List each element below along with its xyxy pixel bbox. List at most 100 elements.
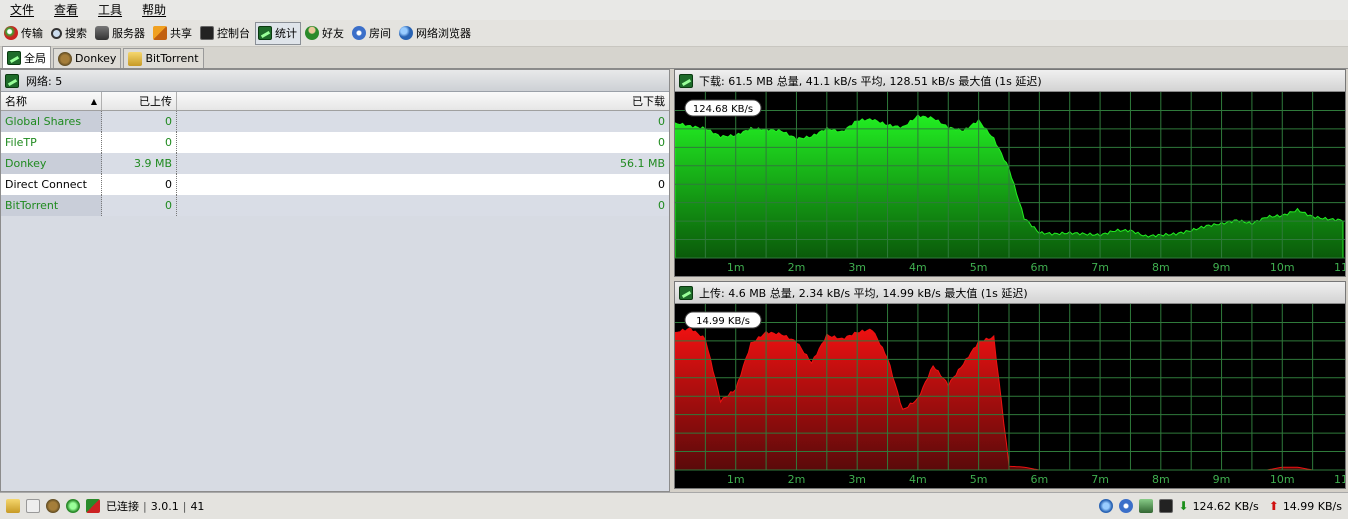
network-name-cell: Global Shares [1, 111, 102, 132]
console-icon[interactable] [1158, 499, 1173, 513]
toolbar-shares-label: 共享 [170, 27, 192, 40]
server-icon [95, 26, 109, 40]
column-downloaded-header[interactable]: 已下载 [177, 92, 669, 110]
status-bar: 已连接 | 3.0.1 | 41 ⬇ 124.62 KB/s ⬆ 14.99 K… [0, 492, 1348, 519]
table-row[interactable]: FileTP 0 0 [1, 132, 669, 153]
download-x-tick-label: 9m [1213, 261, 1231, 274]
toolbar-search-button[interactable]: 搜索 [48, 22, 91, 45]
network-panel: 网络: 5 名称 ▲ 已上传 已下载 Global Shares 0 0 FileTP… [0, 69, 670, 492]
refresh-icon[interactable] [1118, 499, 1133, 513]
uploaded-cell: 0 [102, 132, 177, 153]
download-x-tick-label: 7m [1091, 261, 1109, 274]
statistics-icon [7, 50, 21, 65]
toolbar-browser-label: 网络浏览器 [416, 27, 471, 40]
search-icon [51, 27, 62, 39]
upload-x-tick-label: 11 [1334, 473, 1345, 486]
column-name-label: 名称 [5, 95, 27, 108]
statistics-icon [258, 26, 272, 40]
upload-x-tick-label: 9m [1213, 473, 1231, 486]
toolbar-shares-button[interactable]: 共享 [150, 22, 196, 45]
friends-icon [305, 26, 319, 40]
direct-connect-icon[interactable] [86, 499, 100, 513]
version-label: 3.0.1 [150, 499, 179, 513]
filetp-icon[interactable] [26, 499, 40, 513]
bittorrent-icon[interactable] [6, 499, 20, 513]
toolbar-rooms-label: 房间 [369, 27, 391, 40]
toolbar-browser-button[interactable]: 网络浏览器 [396, 22, 475, 45]
download-x-tick-label: 1m [727, 261, 745, 274]
toolbar-transfers-button[interactable]: 传输 [1, 22, 47, 45]
rooms-icon [352, 26, 366, 40]
download-x-tick-label: 4m [909, 261, 927, 274]
toolbar-console-button[interactable]: 控制台 [197, 22, 254, 45]
upload-x-tick-label: 4m [909, 473, 927, 486]
toolbar-servers-label: 服务器 [112, 27, 145, 40]
network-icon[interactable] [1098, 499, 1113, 513]
downloaded-cell: 0 [658, 178, 665, 191]
column-downloaded-label: 已下载 [632, 95, 665, 108]
global-shares-icon[interactable] [66, 499, 80, 513]
menu-file[interactable]: 文件 [4, 0, 40, 20]
download-x-tick-label: 2m [788, 261, 806, 274]
uploaded-cell: 0 [102, 174, 177, 195]
tab-bittorrent-label: BitTorrent [145, 52, 199, 65]
menu-bar: 文件 查看 工具 帮助 [0, 0, 1348, 20]
menu-view[interactable]: 查看 [48, 0, 84, 20]
toolbar-servers-button[interactable]: 服务器 [92, 22, 149, 45]
upload-x-tick-label: 7m [1091, 473, 1109, 486]
tab-global-label: 全局 [24, 51, 46, 65]
toolbar-console-label: 控制台 [217, 27, 250, 40]
table-row[interactable]: BitTorrent 0 0 [1, 195, 669, 216]
tab-bittorrent[interactable]: BitTorrent [123, 48, 204, 68]
download-graph-chart: 1m 2m 3m 4m 5m 6m 7m 8m 9m 10m 11 124.68 KB/s [675, 92, 1345, 276]
statistics-tabs: 全局 Donkey BitTorrent [0, 46, 1348, 69]
donkey-icon [58, 51, 72, 66]
downloaded-cell: 0 [658, 199, 665, 212]
toolbar-transfers-label: 传输 [21, 27, 43, 40]
toolbar-friends-button[interactable]: 好友 [302, 22, 348, 45]
downloaded-cell: 0 [658, 115, 665, 128]
menu-help[interactable]: 帮助 [136, 0, 172, 20]
transfer-rates: ⬇ 124.62 KB/s ⬆ 14.99 KB/s [1098, 499, 1348, 513]
upload-graph-title: 上传: 4.6 MB 总量, 2.34 kB/s 平均, 14.99 kB/s … [699, 286, 1028, 300]
donkey-icon[interactable] [46, 499, 60, 513]
download-peak-label: 124.68 KB/s [693, 104, 753, 115]
connection-count: 41 [190, 499, 205, 513]
sort-ascending-icon: ▲ [90, 96, 97, 106]
toolbar-friends-label: 好友 [322, 27, 344, 40]
uploaded-cell: 0 [102, 111, 177, 132]
network-name-cell: FileTP [1, 132, 102, 153]
upload-x-tick-label: 8m [1152, 473, 1170, 486]
console-icon [200, 26, 214, 40]
upload-arrow-icon: ⬆ [1268, 499, 1279, 513]
statistics-icon [5, 73, 19, 88]
menu-tools[interactable]: 工具 [92, 0, 128, 20]
upload-x-tick-label: 6m [1031, 473, 1049, 486]
network-panel-title: 网络: 5 [26, 74, 63, 88]
network-name-cell: Direct Connect [1, 174, 102, 195]
toolbar-rooms-button[interactable]: 房间 [349, 22, 395, 45]
toolbar-statistics-button[interactable]: 统计 [255, 21, 301, 45]
table-row[interactable]: Direct Connect 0 0 [1, 174, 669, 195]
upload-axis-strip [675, 470, 1345, 488]
download-x-tick-label: 10m [1270, 261, 1295, 274]
bittorrent-icon [128, 51, 143, 66]
browser-icon [399, 26, 413, 40]
network-table-body: Global Shares 0 0 FileTP 0 0 Donkey 3.9 MB 56.1 … [1, 111, 669, 216]
toolbar-search-label: 搜索 [65, 27, 87, 40]
home-icon[interactable] [1138, 499, 1153, 513]
download-graph-panel: 下载: 61.5 MB 总量, 41.1 kB/s 平均, 128.51 kB/… [674, 69, 1346, 277]
network-name-cell: Donkey [1, 153, 102, 174]
table-row[interactable]: Global Shares 0 0 [1, 111, 669, 132]
upload-graph-chart: 1m 2m 3m 4m 5m 6m 7m 8m 9m 10m 11 14.99 KB/s [675, 304, 1345, 488]
tab-global[interactable]: 全局 [2, 46, 51, 68]
upload-graph-panel: 上传: 4.6 MB 总量, 2.34 kB/s 平均, 14.99 kB/s … [674, 281, 1346, 489]
tab-donkey-label: Donkey [75, 52, 117, 65]
tab-donkey[interactable]: Donkey [53, 48, 122, 68]
network-panel-header: 网络: 5 [1, 70, 669, 92]
column-uploaded-header[interactable]: 已上传 [102, 92, 177, 110]
separator: | [143, 499, 147, 513]
table-row[interactable]: Donkey 3.9 MB 56.1 MB [1, 153, 669, 174]
column-name-header[interactable]: 名称 ▲ [1, 92, 102, 110]
downloaded-cell: 0 [658, 136, 665, 149]
